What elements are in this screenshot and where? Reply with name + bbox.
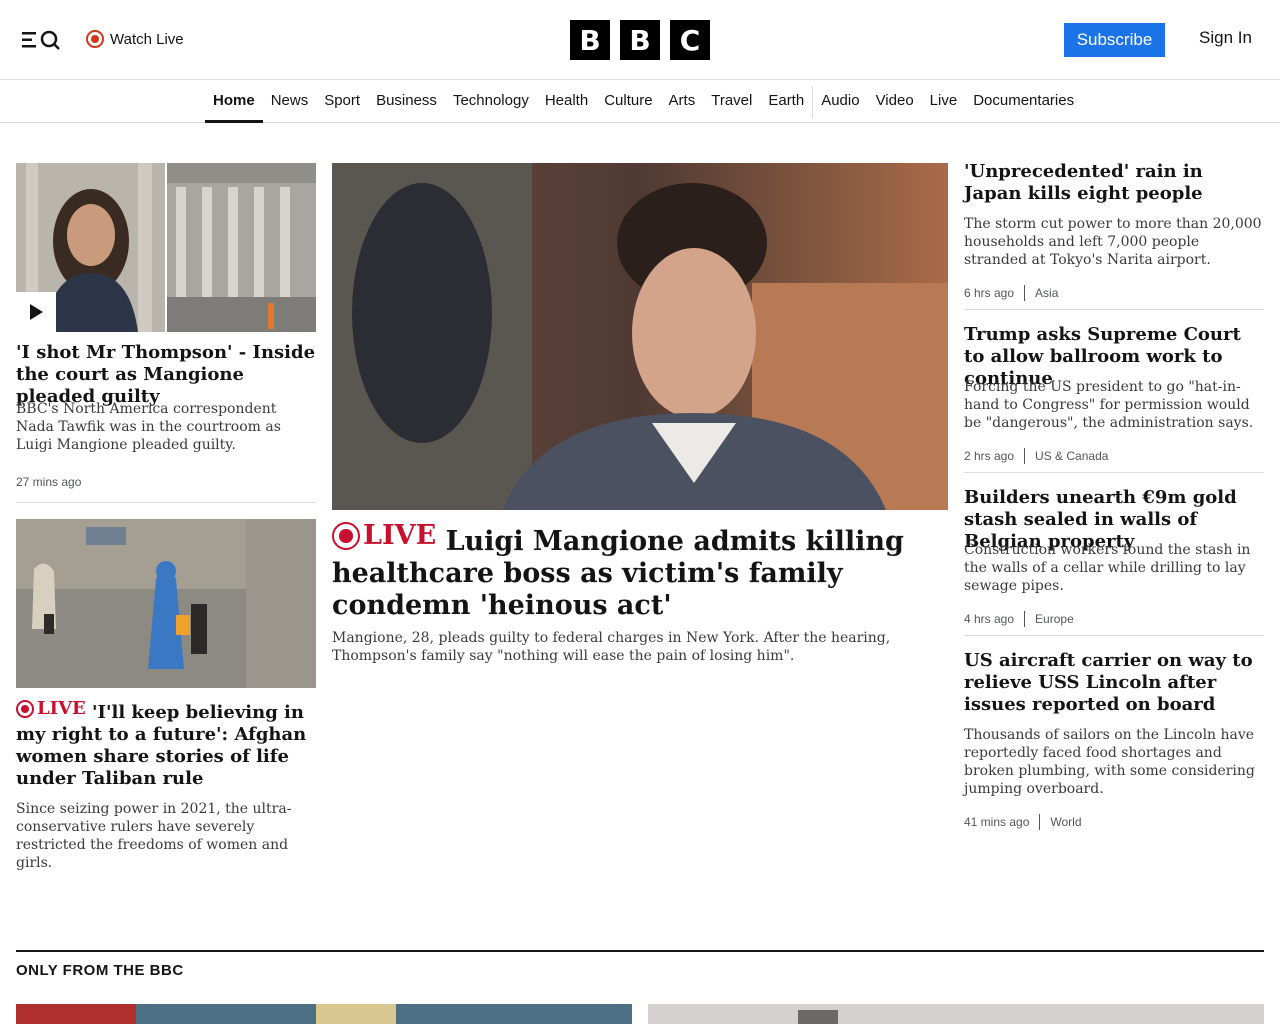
nav-item-home[interactable]: Home bbox=[205, 81, 263, 123]
play-icon bbox=[30, 304, 43, 320]
play-button[interactable] bbox=[16, 292, 56, 332]
lead-headline-container[interactable]: LIVE Luigi Mangione admits killing healt… bbox=[332, 520, 948, 622]
story-timestamp: 6 hrs ago bbox=[964, 286, 1015, 300]
live-badge: LIVE bbox=[16, 698, 86, 720]
subscribe-button[interactable]: Subscribe bbox=[1064, 23, 1165, 57]
story-headline-container[interactable]: LIVE 'I'll keep believing in my right to… bbox=[16, 698, 316, 790]
lead-story-image[interactable] bbox=[332, 163, 948, 510]
section-rule bbox=[16, 950, 1264, 952]
nav-item-travel[interactable]: Travel bbox=[703, 81, 760, 123]
bbc-logo[interactable]: B B C bbox=[570, 20, 710, 60]
meta-separator bbox=[1024, 611, 1026, 627]
nav-item-culture[interactable]: Culture bbox=[596, 81, 660, 123]
story-summary: Construction workers found the stash in … bbox=[964, 542, 1251, 594]
nav-item-business[interactable]: Business bbox=[368, 81, 445, 123]
live-icon bbox=[86, 30, 104, 48]
story-meta: 6 hrs ago Asia bbox=[964, 285, 1058, 301]
section-title: ONLY FROM THE BBC bbox=[16, 962, 184, 979]
meta-separator bbox=[1024, 285, 1026, 301]
story-summary: The storm cut power to more than 20,000 … bbox=[964, 216, 1262, 268]
logo-letter: B bbox=[620, 20, 660, 60]
section-story-image[interactable] bbox=[648, 1004, 1264, 1024]
nav-item-sport[interactable]: Sport bbox=[316, 81, 368, 123]
meta-separator bbox=[1039, 814, 1041, 830]
menu-search-button[interactable] bbox=[20, 26, 64, 54]
meta-separator bbox=[1024, 448, 1026, 464]
mangione-photo bbox=[332, 163, 948, 510]
nav-item-earth[interactable]: Earth bbox=[760, 81, 812, 123]
story-summary: Thousands of sailors on the Lincoln have… bbox=[964, 727, 1255, 797]
watch-live-link[interactable]: Watch Live bbox=[86, 28, 184, 50]
story-meta: 4 hrs ago Europe bbox=[964, 611, 1074, 627]
story-section-link[interactable]: Europe bbox=[1035, 612, 1074, 626]
menu-search-icon bbox=[22, 30, 60, 50]
divider bbox=[964, 472, 1264, 473]
lead-summary: Mangione, 28, pleads guilty to federal c… bbox=[332, 630, 891, 664]
live-icon bbox=[16, 700, 34, 718]
live-icon bbox=[332, 522, 360, 550]
story-meta: 27 mins ago bbox=[16, 475, 81, 489]
story-timestamp: 27 mins ago bbox=[16, 475, 82, 489]
story-summary: Since seizing power in 2021, the ultra-c… bbox=[16, 801, 292, 871]
story-meta: 41 mins ago World bbox=[964, 814, 1082, 830]
story-headline[interactable]: 'I shot Mr Thompson' - Inside the court … bbox=[16, 342, 316, 408]
nav-item-health[interactable]: Health bbox=[537, 81, 596, 123]
story-image-afghan-women[interactable] bbox=[16, 519, 316, 688]
story-image-court-video[interactable] bbox=[16, 163, 316, 332]
logo-letter: C bbox=[670, 20, 710, 60]
live-label: LIVE bbox=[37, 698, 86, 719]
sign-in-link[interactable]: Sign In bbox=[1199, 28, 1252, 48]
section-story-image[interactable] bbox=[16, 1004, 632, 1024]
story-meta: 2 hrs ago US & Canada bbox=[964, 448, 1108, 464]
story-section-link[interactable]: Asia bbox=[1035, 286, 1058, 300]
nav-item-live[interactable]: Live bbox=[922, 81, 966, 123]
story-section-link[interactable]: World bbox=[1050, 815, 1081, 829]
divider bbox=[964, 635, 1264, 636]
court-reporter-image bbox=[16, 163, 316, 332]
section-photo bbox=[648, 1004, 1264, 1024]
story-timestamp: 2 hrs ago bbox=[964, 449, 1015, 463]
nav-item-arts[interactable]: Arts bbox=[661, 81, 704, 123]
nav-item-audio[interactable]: Audio bbox=[813, 81, 867, 123]
nav-item-documentaries[interactable]: Documentaries bbox=[965, 81, 1082, 123]
logo-letter: B bbox=[570, 20, 610, 60]
main-nav: Home News Sport Business Technology Heal… bbox=[0, 81, 1280, 123]
story-timestamp: 41 mins ago bbox=[964, 815, 1030, 829]
story-timestamp: 4 hrs ago bbox=[964, 612, 1015, 626]
story-section-link[interactable]: US & Canada bbox=[1035, 449, 1108, 463]
story-summary: Forcing the US president to go "hat-in-h… bbox=[964, 379, 1254, 431]
afghan-street-image bbox=[16, 519, 316, 688]
nav-item-technology[interactable]: Technology bbox=[445, 81, 537, 123]
story-headline[interactable]: US aircraft carrier on way to relieve US… bbox=[964, 650, 1264, 716]
divider bbox=[16, 502, 316, 503]
story-headline[interactable]: 'Unprecedented' rain in Japan kills eigh… bbox=[964, 161, 1264, 205]
story-summary: BBC's North America correspondent Nada T… bbox=[16, 401, 281, 453]
nav-item-video[interactable]: Video bbox=[868, 81, 922, 123]
divider bbox=[964, 309, 1264, 310]
live-badge: LIVE bbox=[332, 520, 436, 552]
live-label: LIVE bbox=[363, 520, 437, 551]
top-header: Watch Live B B C Subscribe Sign In bbox=[0, 0, 1280, 80]
nav-item-news[interactable]: News bbox=[263, 81, 317, 123]
watch-live-label: Watch Live bbox=[110, 30, 184, 48]
section-photo bbox=[16, 1004, 632, 1024]
